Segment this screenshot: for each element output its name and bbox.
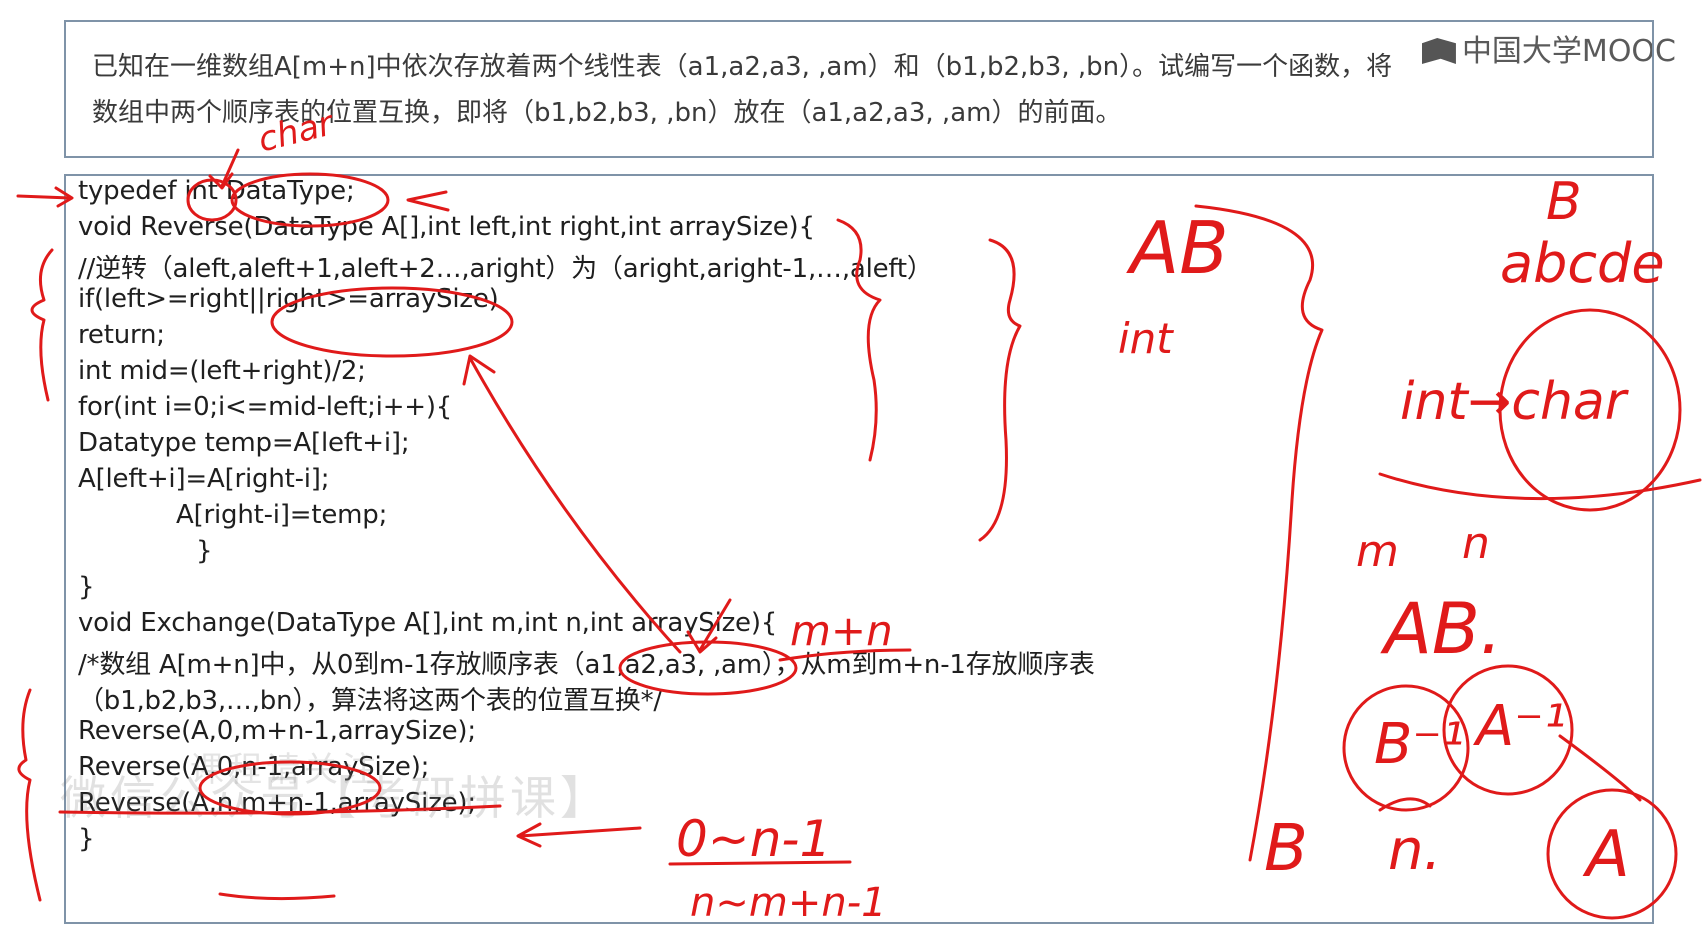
ink-text-ab2: AB.: [1384, 588, 1503, 670]
ink-brace-big: [1194, 204, 1324, 862]
ink-text-int: int: [1118, 314, 1173, 363]
ink-text-b-bottom: B: [1264, 812, 1308, 886]
ink-text-a-circle: A: [1586, 818, 1630, 892]
ink-arrow-param: [686, 598, 732, 654]
ink-circle-arraysize-if: [270, 286, 514, 358]
ink-circle-int: [186, 178, 238, 222]
ink-text-n: n: [1462, 518, 1490, 569]
ink-brace-body-2: [978, 238, 1022, 542]
ink-text-abcde: abcde: [1500, 232, 1665, 295]
ink-brace-exchange: [17, 688, 42, 902]
ink-text-n-bottom: n.: [1388, 818, 1442, 883]
ink-circle-mn1: [198, 760, 382, 816]
ink-arrow-param-to-if: [462, 354, 682, 654]
ink-text-b-inverse: B⁻¹: [1374, 712, 1465, 777]
ink-brace-reverse: [30, 248, 54, 402]
ink-circle-arraysize-param: [618, 640, 798, 696]
ink-dash: [218, 892, 336, 901]
ink-text-range-1: 0~n-1: [676, 810, 832, 868]
ink-circle-datatype: [230, 172, 390, 228]
ink-text-b-top: B: [1546, 172, 1582, 232]
ink-underline-call2: [58, 804, 502, 815]
ink-text-a-inverse: A⁻¹: [1476, 694, 1567, 759]
ink-text-m-plus-n: m+n: [790, 606, 893, 655]
ink-arrow-left: [16, 186, 74, 208]
ink-arrow-right: [406, 190, 450, 212]
ink-arrow-call2: [516, 822, 642, 848]
ink-text-m: m: [1356, 526, 1399, 577]
ink-char-arrow: [208, 148, 240, 190]
ink-annotation-layer: [16, 148, 1702, 920]
ink-text-ab: AB: [1130, 206, 1229, 290]
ink-brace-body-1: [836, 218, 882, 462]
ink-text-int-char: int→char: [1400, 372, 1627, 432]
ink-text-range-2: n~m+n-1: [690, 880, 887, 926]
